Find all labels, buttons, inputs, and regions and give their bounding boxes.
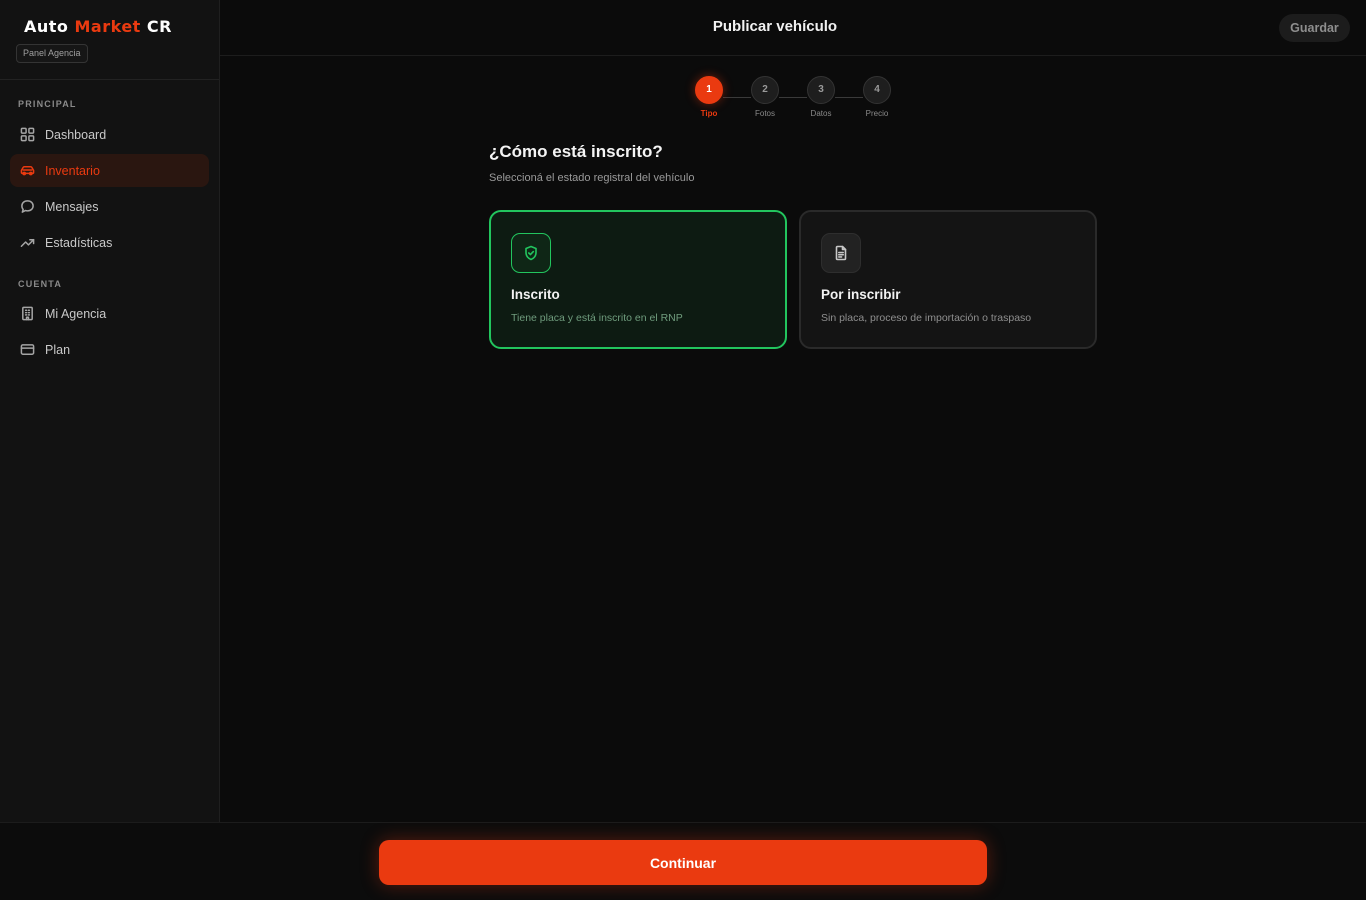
stepper: 1 Tipo 2 Fotos 3 Datos 4 Precio [695,76,891,121]
step-label: Precio [865,109,889,118]
sidebar-item-mi-agencia[interactable]: Mi Agencia [10,297,209,330]
option-title: Inscrito [511,287,560,302]
top-bar: Publicar vehículo Guardar [220,0,1366,56]
sidebar-item-estadisticas[interactable]: Estadísticas [10,226,209,259]
section-label-cuenta: CUENTA [18,279,63,289]
option-title: Por inscribir [821,287,901,302]
step-number: 2 [751,76,779,104]
step-precio[interactable]: 4 Precio [863,76,891,118]
grid-icon [20,127,35,142]
option-por-inscribir[interactable]: Por inscribir Sin placa, proceso de impo… [799,210,1097,349]
option-inscrito[interactable]: Inscrito Tiene placa y está inscrito en … [489,210,787,349]
sidebar-item-label: Inventario [45,163,100,178]
page-title: Publicar vehículo [712,18,838,35]
building-icon [22,306,33,321]
section-label-principal: PRINCIPAL [18,99,77,109]
brand-logo[interactable]: Auto Market CR [24,17,220,36]
sidebar-item-label: Plan [45,342,71,357]
step-datos[interactable]: 3 Datos [807,76,835,118]
step-label: Fotos [754,109,775,118]
step-number: 3 [807,76,835,104]
continue-button[interactable]: Continuar [379,840,987,885]
brand-part-market: Market [74,17,141,36]
sidebar-item-label: Dashboard [45,127,107,142]
credit-card-icon [20,344,35,355]
brand-part-auto: Auto [24,17,69,36]
sidebar-item-dashboard[interactable]: Dashboard [10,118,209,151]
trending-up-icon [20,238,35,247]
sidebar-item-label: Mensajes [45,199,99,214]
step-label: Tipo [700,109,718,118]
panel-badge: Panel Agencia [16,44,88,63]
document-icon [821,233,861,273]
step-tipo[interactable]: 1 Tipo [695,76,723,118]
step-number: 4 [863,76,891,104]
sidebar-item-label: Estadísticas [45,235,113,250]
sidebar-item-label: Mi Agencia [45,306,107,321]
step-label: Datos [810,109,832,118]
shield-check-icon [511,233,551,273]
chat-icon [21,200,34,213]
step-fotos[interactable]: 2 Fotos [751,76,779,118]
question-heading: ¿Cómo está inscrito? [489,142,663,161]
question-subtitle: Seleccioná el estado registral del vehíc… [489,172,695,184]
save-button[interactable]: Guardar [1279,14,1350,42]
step-number: 1 [695,76,723,104]
sidebar-item-inventario[interactable]: Inventario [10,154,209,187]
sidebar-divider [0,79,219,80]
option-description: Tiene placa y está inscrito en el RNP [511,312,683,324]
sidebar-item-plan[interactable]: Plan [10,333,209,366]
car-icon [20,166,35,176]
bottom-bar: Continuar [0,822,1366,900]
sidebar: Auto Market CR Panel Agencia PRINCIPAL D… [0,0,220,823]
option-description: Sin placa, proceso de importación o tras… [821,312,1032,324]
sidebar-item-mensajes[interactable]: Mensajes [10,190,209,223]
brand-part-cr: CR [146,17,172,36]
